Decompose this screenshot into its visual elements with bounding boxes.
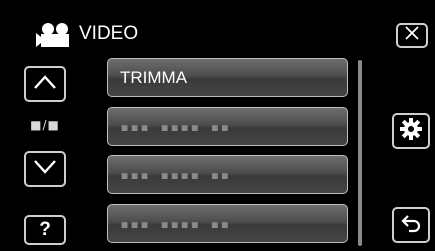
chevron-down-icon <box>32 157 58 182</box>
scrollbar[interactable] <box>358 60 362 246</box>
menu-item-label: ▪▪▪ ▪▪▪▪ ▪▪ <box>120 117 231 136</box>
scroll-up-button[interactable] <box>24 66 66 102</box>
close-button[interactable] <box>396 23 428 48</box>
help-icon: ? <box>39 219 51 240</box>
help-button[interactable]: ? <box>24 215 66 245</box>
menu-item[interactable]: ▪▪▪ ▪▪▪▪ ▪▪ <box>107 155 348 194</box>
scroll-down-button[interactable] <box>24 151 66 187</box>
page-indicator: ■/■ <box>30 118 60 132</box>
menu-item-trimma[interactable]: TRIMMA <box>107 58 348 97</box>
menu-item-label: TRIMMA <box>120 67 188 87</box>
menu-item-label: ▪▪▪ ▪▪▪▪ ▪▪ <box>120 214 231 233</box>
back-arrow-icon <box>399 212 423 239</box>
menu-item[interactable]: ▪▪▪ ▪▪▪▪ ▪▪ <box>107 107 348 146</box>
settings-button[interactable] <box>392 113 430 149</box>
close-icon <box>403 25 421 46</box>
chevron-up-icon <box>32 72 58 97</box>
video-camera-icon <box>36 22 74 48</box>
page-title: VIDEO <box>79 23 139 44</box>
gear-icon <box>399 117 423 146</box>
menu-item[interactable]: ▪▪▪ ▪▪▪▪ ▪▪ <box>107 204 348 243</box>
menu-item-label: ▪▪▪ ▪▪▪▪ ▪▪ <box>120 165 231 184</box>
back-button[interactable] <box>392 207 430 243</box>
